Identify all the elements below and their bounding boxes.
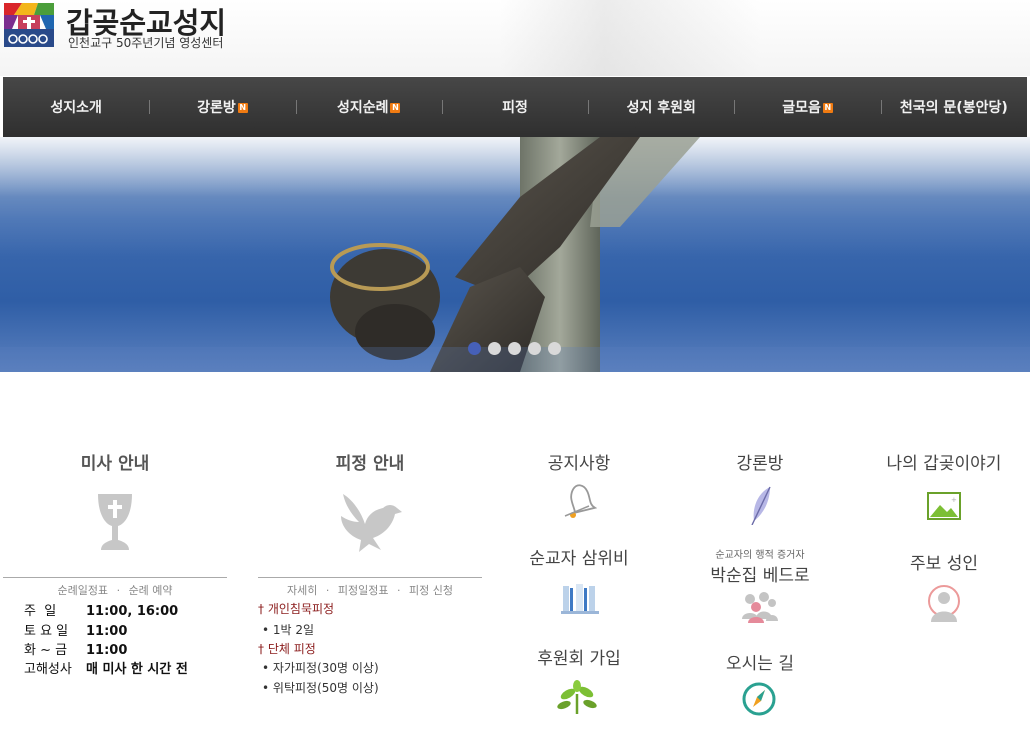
dove-icon — [341, 494, 402, 552]
retreat-detail-link[interactable]: 자세히 — [287, 584, 317, 597]
patron-saint-link[interactable]: 주보 성인 — [864, 549, 1024, 574]
mass-time: 매 미사 한 시간 전 — [86, 662, 188, 677]
nav-item-heaven-gate[interactable]: 천국의 문(봉안당) — [880, 97, 1027, 117]
hero-banner[interactable] — [0, 137, 1030, 372]
bell-icon[interactable] — [561, 482, 597, 520]
retreat-item-label: 위탁피정(50명 이상) — [272, 681, 379, 695]
mass-links: 순례일정표 · 순례 예약 — [3, 582, 227, 598]
main-navigation: 성지소개 강론방 N 성지순례 N 피정 성지 후원회 글모음 N 천국의 문(봉안당… — [3, 77, 1027, 137]
nav-item-homily[interactable]: 강론방 N — [149, 97, 295, 117]
mass-time: 11:00 — [86, 643, 128, 658]
slider-dot[interactable] — [528, 342, 541, 355]
pilgrimage-reservation-link[interactable]: 순례 예약 — [129, 584, 173, 597]
homily-link[interactable]: 강론방 — [680, 449, 840, 474]
new-badge: N — [822, 103, 833, 113]
mass-row: 고해성사 매 미사 한 시간 전 — [24, 658, 188, 677]
mass-info-title: 미사 안내 — [80, 454, 150, 474]
retreat-section-head[interactable]: † 개인침묵피정 — [258, 600, 334, 617]
nav-item-writings[interactable]: 글모음 N — [734, 97, 880, 117]
new-badge: N — [390, 103, 401, 113]
crucifix-image — [0, 137, 1030, 372]
sprout-icon[interactable] — [556, 680, 598, 714]
nav-item-label: 천국의 문(봉안당) — [899, 100, 1008, 116]
bullet: • — [262, 623, 273, 637]
mass-time: 11:00, 16:00 — [86, 604, 179, 619]
nav-item-label: 성지순례 — [336, 100, 389, 116]
retreat-schedule-link[interactable]: 피정일정표 — [338, 584, 389, 597]
mass-time: 11:00 — [86, 624, 128, 639]
retreat-section-head[interactable]: † 단체 피정 — [258, 640, 316, 657]
slider-dot[interactable] — [508, 342, 521, 355]
divider — [3, 577, 227, 578]
mass-row: 주 일 11:00, 16:00 — [24, 600, 178, 619]
nav-item-pilgrimage[interactable]: 성지순례 N — [295, 97, 442, 117]
picture-icon[interactable]: + — [927, 492, 961, 520]
chalice-icon — [98, 494, 132, 550]
nav-item-label: 성지소개 — [50, 100, 102, 116]
nav-item-label: 강론방 — [197, 100, 236, 116]
retreat-links: 자세히 · 피정일정표 · 피정 신청 — [258, 582, 482, 598]
cross-mark: † — [258, 642, 268, 656]
mass-row: 토 요 일 11:00 — [24, 620, 127, 639]
mass-row: 화 ~ 금 11:00 — [24, 639, 127, 658]
retreat-section-label: 단체 피정 — [267, 642, 316, 656]
retreat-item: • 1박 2일 — [262, 621, 314, 638]
bullet: • — [262, 661, 273, 675]
retreat-item-label: 1박 2일 — [272, 623, 315, 637]
slider-dot[interactable] — [468, 342, 481, 355]
divider — [258, 577, 482, 578]
retreat-item-label: 자가피정(30명 이상) — [272, 661, 379, 675]
nav-item-label: 피정 — [502, 100, 528, 116]
new-badge: N — [237, 103, 248, 113]
slider-dot[interactable] — [548, 342, 561, 355]
witness-link[interactable]: 박순집 베드로 — [680, 561, 840, 586]
separator: · — [325, 584, 330, 597]
compass-icon[interactable] — [741, 681, 777, 717]
nav-item-retreat[interactable]: 피정 — [441, 97, 588, 117]
site-logo-icon[interactable] — [4, 3, 54, 47]
people-group-icon[interactable] — [740, 591, 780, 623]
mass-day: 토 요 일 — [24, 624, 69, 639]
retreat-item: • 위탁피정(50명 이상) — [262, 679, 379, 696]
mass-day: 고해성사 — [24, 662, 72, 677]
my-story-link[interactable]: 나의 갑곶이야기 — [864, 449, 1024, 474]
witness-caption: 순교자의 행적 증거자 — [715, 550, 805, 561]
retreat-apply-link[interactable]: 피정 신청 — [409, 584, 453, 597]
nav-item-site-intro[interactable]: 성지소개 — [3, 97, 149, 117]
retreat-section-label: 개인침묵피정 — [267, 602, 335, 616]
retreat-info-title: 피정 안내 — [335, 454, 405, 474]
nav-item-label: 글모음 — [782, 100, 821, 116]
support-join-link[interactable]: 후원회 가입 — [499, 644, 659, 669]
nav-item-label: 성지 후원회 — [626, 100, 696, 116]
bullet: • — [262, 681, 273, 695]
nav-item-supporters[interactable]: 성지 후원회 — [588, 97, 734, 117]
separator: · — [397, 584, 401, 597]
retreat-item: • 자가피정(30명 이상) — [262, 659, 379, 676]
notice-link[interactable]: 공지사항 — [499, 449, 659, 474]
separator: · — [116, 584, 121, 597]
site-header: 갑곶순교성지 인천교구 50주년기념 영성센터 — [0, 0, 1030, 76]
pilgrimage-schedule-link[interactable]: 순례일정표 — [57, 584, 108, 597]
martyr-monument-link[interactable]: 순교자 삼위비 — [499, 544, 659, 569]
site-subtitle: 인천교구 50주년기념 영성센터 — [68, 36, 224, 50]
svg-text:+: + — [951, 496, 957, 504]
feather-icon[interactable] — [748, 485, 774, 525]
directions-link[interactable]: 오시는 길 — [680, 649, 840, 674]
mass-day: 화 ~ 금 — [24, 643, 68, 658]
monument-icon[interactable] — [561, 584, 599, 614]
mass-day: 주 일 — [24, 604, 57, 619]
cross-mark: † — [258, 602, 268, 616]
slider-dot[interactable] — [488, 342, 501, 355]
header-background-decoration — [500, 0, 760, 76]
slider-pagination — [468, 342, 561, 355]
saint-icon[interactable] — [927, 584, 961, 622]
